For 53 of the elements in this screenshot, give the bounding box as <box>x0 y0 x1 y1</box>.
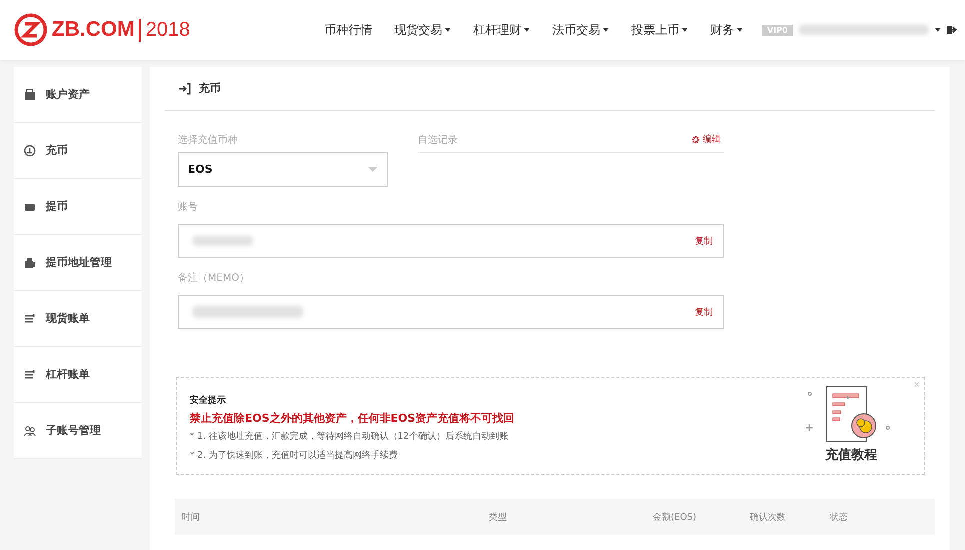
deposit-icon <box>179 82 191 94</box>
caret-icon <box>445 28 452 32</box>
nav-item[interactable]: 现货交易 <box>383 22 462 38</box>
blurred-value <box>193 236 253 246</box>
column-header: 时间 <box>182 512 201 524</box>
users-icon <box>24 424 36 436</box>
column-header: 确认次数 <box>750 512 787 524</box>
column-header: 类型 <box>489 512 508 524</box>
notice-title: 安全提示 <box>190 394 227 407</box>
logo-icon <box>14 13 48 47</box>
field-label: 账号 <box>178 200 199 214</box>
notice-line: * 2. 为了快速到账，充值时可以适当提高网络手续费 <box>190 450 399 462</box>
panel-title: 充币 <box>199 81 221 96</box>
nav-item[interactable]: 投票上币 <box>620 22 700 38</box>
logo-year: 2018 <box>138 18 190 42</box>
logo-text: ZB.COM <box>52 18 135 42</box>
caret-icon <box>682 28 688 32</box>
memo-field[interactable]: 复制 <box>178 295 724 329</box>
deposit-icon <box>24 144 36 156</box>
field-label: 自选记录 <box>418 134 458 147</box>
nav-item[interactable]: 币种行情 <box>313 22 384 38</box>
nav-item[interactable]: 财务 <box>699 22 754 38</box>
coin-select[interactable]: EOS <box>178 152 388 187</box>
edit-link[interactable]: 编辑 <box>692 133 721 146</box>
nav-item[interactable]: 法币交易 <box>541 22 620 38</box>
field-label: 选择充值币种 <box>178 134 239 147</box>
sidebar-item[interactable]: 提币 <box>14 179 142 235</box>
column-header: 状态 <box>830 512 849 524</box>
sidebar-item[interactable]: 提币地址管理 <box>14 235 142 291</box>
caret-icon <box>524 28 530 32</box>
sidebar-item[interactable]: 现货账单 <box>14 291 142 347</box>
caret-icon <box>368 167 378 172</box>
caret-icon <box>737 28 744 32</box>
briefcase-icon <box>24 88 36 100</box>
list-icon <box>24 368 36 380</box>
account-field[interactable]: 复制 <box>178 224 724 258</box>
sidebar-item[interactable]: 杠杆账单 <box>14 347 142 403</box>
nav-item[interactable]: 杠杆理财 <box>462 22 542 38</box>
gear-icon <box>692 136 700 144</box>
warning-text: 禁止充值除EOS之外的其他资产，任何非EOS资产充值将不可找回 <box>190 411 516 426</box>
field-label: 备注（MEMO） <box>178 272 250 285</box>
copy-link[interactable]: 复制 <box>695 306 713 318</box>
logout-icon[interactable] <box>947 25 957 35</box>
sidebar-item[interactable]: 账户资产 <box>14 67 142 123</box>
caret-icon <box>603 28 610 32</box>
sidebar-item[interactable]: 充币 <box>14 123 142 179</box>
sidebar-item[interactable]: 子账号管理 <box>14 403 142 459</box>
list-icon <box>24 312 36 324</box>
notice-line: * 1. 往该地址充值，汇款完成，等待网络自动确认（12个确认）后系统自动到账 <box>190 430 510 443</box>
tutorial-label[interactable]: 充值教程 <box>826 446 878 464</box>
copy-link[interactable]: 复制 <box>695 234 713 248</box>
column-header: 金额(EOS) <box>653 512 698 524</box>
caret-icon[interactable] <box>935 28 941 32</box>
